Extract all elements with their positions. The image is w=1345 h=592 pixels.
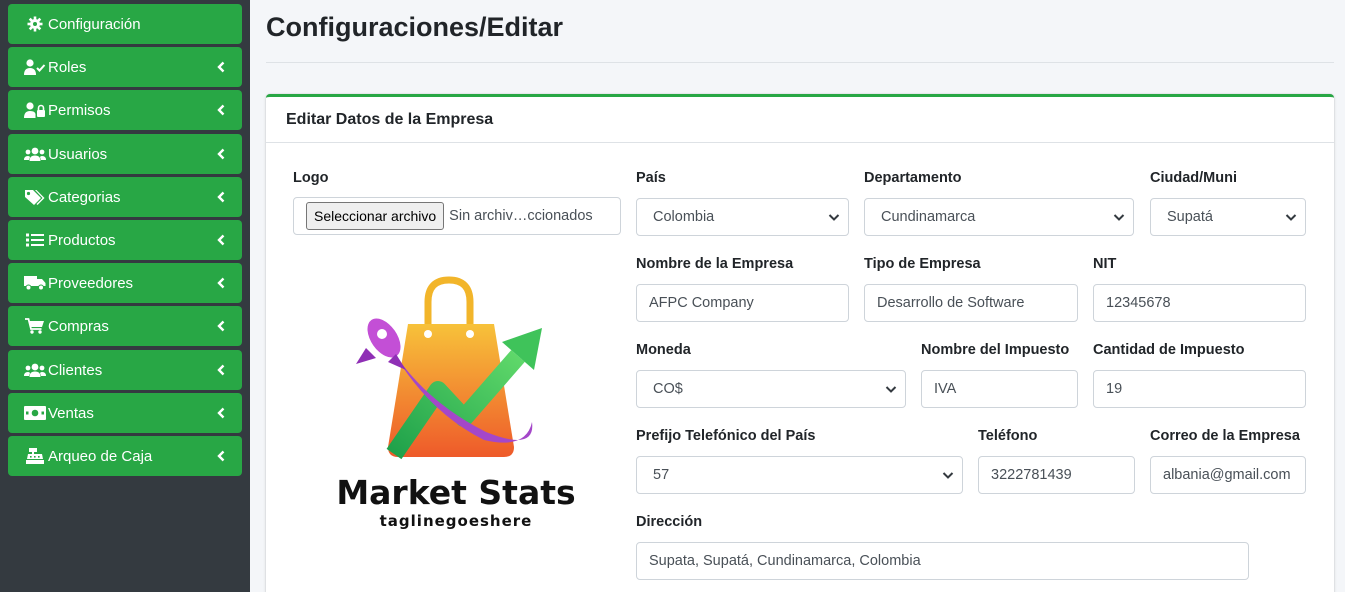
sidebar: Configuración Roles Permisos Usuarios Ca… — [0, 0, 250, 592]
chevron-down-icon — [1113, 214, 1125, 221]
truck-icon — [24, 274, 46, 292]
user-lock-icon — [24, 101, 46, 119]
cash-register-icon — [24, 447, 46, 465]
ciudad-value: Supatá — [1167, 209, 1213, 225]
sidebar-item-label: Permisos — [48, 101, 111, 119]
nombre-impuesto-label: Nombre del Impuesto — [921, 342, 1070, 358]
sidebar-item-clientes[interactable]: Clientes — [8, 350, 242, 390]
file-status: Sin archiv…ccionados — [449, 208, 593, 224]
nombre-empresa-label: Nombre de la Empresa — [636, 256, 794, 272]
chevron-down-icon — [828, 214, 840, 221]
pais-value: Colombia — [653, 209, 715, 225]
users-icon — [24, 145, 46, 163]
sidebar-item-label: Clientes — [48, 361, 103, 379]
nit-input[interactable]: 12345678 — [1093, 284, 1306, 322]
sidebar-item-configuracion[interactable]: Configuración — [8, 4, 242, 44]
logo-label: Logo — [293, 170, 329, 186]
company-card: Editar Datos de la Empresa Logo Seleccio… — [266, 94, 1334, 592]
pais-label: País — [636, 170, 666, 186]
sidebar-item-label: Arqueo de Caja — [48, 447, 153, 465]
chevron-left-icon — [214, 406, 228, 420]
gear-icon — [24, 15, 46, 33]
pais-select[interactable]: Colombia — [636, 198, 849, 236]
logo-title: Market Stats — [336, 473, 575, 512]
chevron-left-icon — [214, 276, 228, 290]
direccion-label: Dirección — [636, 514, 703, 530]
select-file-button[interactable]: Seleccionar archivo — [306, 202, 445, 230]
chevron-left-icon — [214, 190, 228, 204]
chevron-down-icon — [942, 472, 954, 479]
sidebar-item-productos[interactable]: Productos — [8, 220, 242, 260]
sidebar-item-usuarios[interactable]: Usuarios — [8, 134, 242, 174]
moneda-label: Moneda — [636, 342, 691, 358]
cantidad-impuesto-label: Cantidad de Impuesto — [1093, 342, 1245, 358]
main-content: Configuraciones/Editar Editar Datos de l… — [250, 0, 1345, 592]
nombre-empresa-input[interactable]: AFPC Company — [636, 284, 849, 322]
page-title: Configuraciones/Editar — [266, 12, 564, 42]
prefijo-select[interactable]: 57 — [636, 456, 963, 494]
chevron-left-icon — [214, 363, 228, 377]
prefijo-value: 57 — [653, 467, 670, 483]
nit-label: NIT — [1093, 256, 1117, 272]
chevron-left-icon — [214, 147, 228, 161]
sidebar-item-label: Productos — [48, 231, 116, 249]
ciudad-label: Ciudad/Muni — [1150, 170, 1237, 186]
list-icon — [24, 231, 46, 249]
nombre-impuesto-input[interactable]: IVA — [921, 370, 1078, 408]
logo-file-input[interactable]: Seleccionar archivo Sin archiv…ccionados — [293, 197, 621, 235]
cantidad-impuesto-input[interactable]: 19 — [1093, 370, 1306, 408]
departamento-value: Cundinamarca — [881, 209, 976, 225]
sidebar-item-roles[interactable]: Roles — [8, 47, 242, 87]
sidebar-item-label: Roles — [48, 58, 87, 76]
tipo-empresa-input[interactable]: Desarrollo de Software — [864, 284, 1078, 322]
divider — [266, 62, 1334, 63]
chevron-left-icon — [214, 233, 228, 247]
sidebar-item-ventas[interactable]: Ventas — [8, 393, 242, 433]
sidebar-item-proveedores[interactable]: Proveedores — [8, 263, 242, 303]
prefijo-label: Prefijo Telefónico del País — [636, 428, 816, 444]
sidebar-item-label: Usuarios — [48, 145, 108, 163]
departamento-select[interactable]: Cundinamarca — [864, 198, 1134, 236]
ciudad-select[interactable]: Supatá — [1150, 198, 1306, 236]
departamento-label: Departamento — [864, 170, 962, 186]
sidebar-item-categorias[interactable]: Categorias — [8, 177, 242, 217]
sidebar-item-label: Configuración — [48, 15, 141, 33]
company-logo-image: Market Stats taglinegoeshere — [336, 272, 576, 532]
tipo-empresa-label: Tipo de Empresa — [864, 256, 981, 272]
telefono-input[interactable]: 3222781439 — [978, 456, 1135, 494]
correo-label: Correo de la Empresa — [1150, 428, 1300, 444]
chevron-down-icon — [885, 386, 897, 393]
money-icon — [24, 404, 46, 422]
sidebar-item-label: Compras — [48, 317, 109, 335]
chevron-left-icon — [214, 319, 228, 333]
direccion-input[interactable]: Supata, Supatá, Cundinamarca, Colombia — [636, 542, 1249, 580]
telefono-label: Teléfono — [978, 428, 1038, 444]
chevron-left-icon — [214, 60, 228, 74]
chevron-down-icon — [1285, 214, 1297, 221]
user-check-icon — [24, 58, 46, 76]
cart-icon — [24, 317, 46, 335]
chevron-left-icon — [214, 103, 228, 117]
users-icon — [24, 361, 46, 379]
chevron-left-icon — [214, 449, 228, 463]
moneda-value: CO$ — [653, 381, 683, 397]
correo-input[interactable]: albania@gmail.com — [1150, 456, 1306, 494]
sidebar-item-label: Proveedores — [48, 274, 134, 292]
sidebar-item-arqueo-de-caja[interactable]: Arqueo de Caja — [8, 436, 242, 476]
sidebar-item-label: Categorias — [48, 188, 121, 206]
sidebar-item-permisos[interactable]: Permisos — [8, 90, 242, 130]
tags-icon — [24, 188, 46, 206]
sidebar-item-label: Ventas — [48, 404, 94, 422]
card-title: Editar Datos de la Empresa — [266, 97, 1334, 143]
logo-tagline: taglinegoeshere — [380, 512, 533, 530]
moneda-select[interactable]: CO$ — [636, 370, 906, 408]
sidebar-item-compras[interactable]: Compras — [8, 306, 242, 346]
